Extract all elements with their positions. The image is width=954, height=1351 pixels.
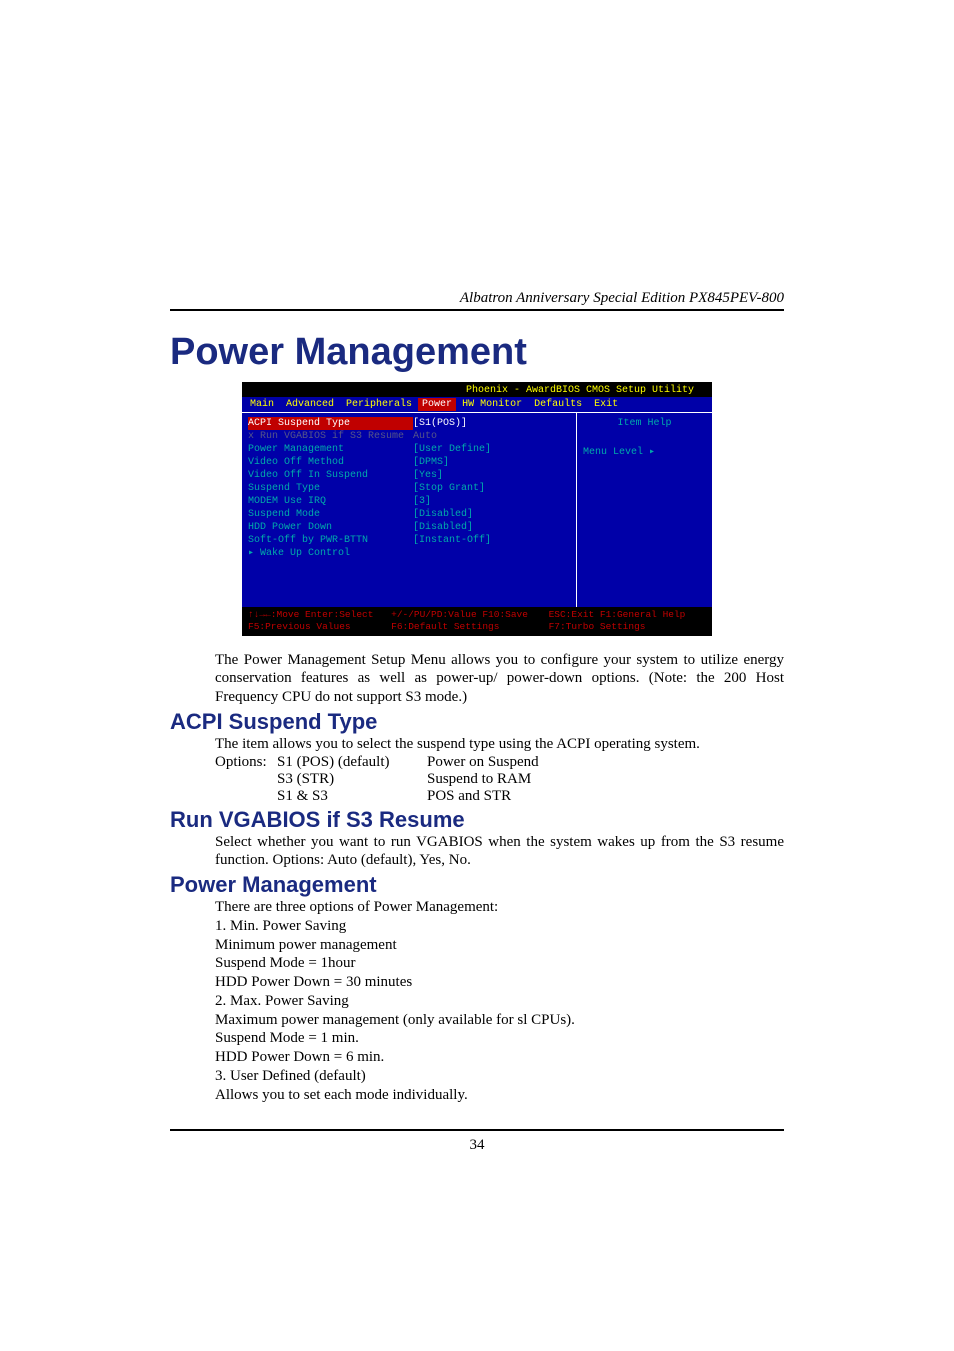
bios-menu-main: Main — [244, 398, 280, 411]
pm-line: 1. Min. Power Saving — [215, 917, 784, 936]
bios-help-title: Item Help — [583, 417, 706, 430]
pm-line: There are three options of Power Managem… — [215, 898, 784, 917]
option-name: S1 & S3 — [277, 788, 427, 805]
option-desc: Power on Suspend — [427, 754, 539, 771]
pm-line: Minimum power management — [215, 936, 784, 955]
acpi-option-row: S1 & S3 POS and STR — [215, 788, 784, 805]
pm-line: 3. User Defined (default) — [215, 1067, 784, 1086]
bios-footer-l2c: F7:Turbo Settings — [549, 621, 706, 633]
bios-menu-power: Power — [418, 398, 456, 411]
bios-top-menu: Main Advanced Peripherals Power HW Monit… — [242, 397, 712, 412]
bios-screenshot: Phoenix - AwardBIOS CMOS Setup Utility M… — [242, 382, 712, 636]
bios-menu-level: Menu Level ▸ — [583, 446, 706, 459]
bios-item: Suspend Mode[Disabled] — [248, 508, 570, 521]
option-desc: POS and STR — [427, 788, 511, 805]
page-title: Power Management — [170, 331, 784, 374]
pm-line: HDD Power Down = 6 min. — [215, 1048, 784, 1067]
bios-menu-hwmonitor: HW Monitor — [456, 398, 528, 411]
pm-line: Allows you to set each mode individually… — [215, 1086, 784, 1105]
bios-item: Video Off Method[DPMS] — [248, 456, 570, 469]
vgabios-text: Select whether you want to run VGABIOS w… — [215, 833, 784, 871]
pm-line: Suspend Mode = 1 min. — [215, 1029, 784, 1048]
bios-footer: ↑↓→←:Move Enter:Select F5:Previous Value… — [242, 607, 712, 636]
acpi-text: The item allows you to select the suspen… — [215, 735, 784, 754]
pm-heading: Power Management — [170, 872, 784, 898]
vgabios-heading: Run VGABIOS if S3 Resume — [170, 807, 784, 833]
bios-menu-defaults: Defaults — [528, 398, 588, 411]
bios-footer-l2a: F5:Previous Values — [248, 621, 391, 633]
acpi-heading: ACPI Suspend Type — [170, 709, 784, 735]
bios-footer-l1a: ↑↓→←:Move Enter:Select — [248, 609, 391, 621]
bios-item: HDD Power Down[Disabled] — [248, 521, 570, 534]
bios-menu-advanced: Advanced — [280, 398, 340, 411]
bios-items: ACPI Suspend Type[S1(POS)] x Run VGABIOS… — [242, 413, 577, 607]
pm-line: 2. Max. Power Saving — [215, 992, 784, 1011]
option-name: S3 (STR) — [277, 771, 427, 788]
option-name: S1 (POS) (default) — [277, 754, 427, 771]
acpi-option-row: Options: S1 (POS) (default) Power on Sus… — [215, 754, 784, 771]
bios-help-pane: Item Help Menu Level ▸ — [577, 413, 712, 607]
bios-item: x Run VGABIOS if S3 ResumeAuto — [248, 430, 570, 443]
pm-line: Suspend Mode = 1hour — [215, 954, 784, 973]
bios-footer-l2b: F6:Default Settings — [391, 621, 548, 633]
page-number: 34 — [170, 1131, 784, 1154]
bios-item: MODEM Use IRQ[3] — [248, 495, 570, 508]
options-label: Options: — [215, 754, 277, 771]
bios-menu-peripherals: Peripherals — [340, 398, 418, 411]
intro-text: The Power Management Setup Menu allows y… — [215, 651, 784, 707]
page-header: Albatron Anniversary Special Edition PX8… — [170, 290, 784, 311]
pm-line: HDD Power Down = 30 minutes — [215, 973, 784, 992]
bios-item: Suspend Type[Stop Grant] — [248, 482, 570, 495]
option-desc: Suspend to RAM — [427, 771, 531, 788]
bios-item: Video Off In Suspend[Yes] — [248, 469, 570, 482]
bios-utility-title: Phoenix - AwardBIOS CMOS Setup Utility — [242, 382, 712, 397]
acpi-option-row: S3 (STR) Suspend to RAM — [215, 771, 784, 788]
bios-item: Power Management[User Define] — [248, 443, 570, 456]
bios-footer-l1b: +/-/PU/PD:Value F10:Save — [391, 609, 548, 621]
bios-footer-l1c: ESC:Exit F1:General Help — [549, 609, 706, 621]
pm-line: Maximum power management (only available… — [215, 1011, 784, 1030]
bios-item: ▸ Wake Up Control — [248, 547, 570, 560]
bios-item: ACPI Suspend Type[S1(POS)] — [248, 417, 570, 430]
bios-item: Soft-Off by PWR-BTTN[Instant-Off] — [248, 534, 570, 547]
bios-menu-exit: Exit — [588, 398, 624, 411]
